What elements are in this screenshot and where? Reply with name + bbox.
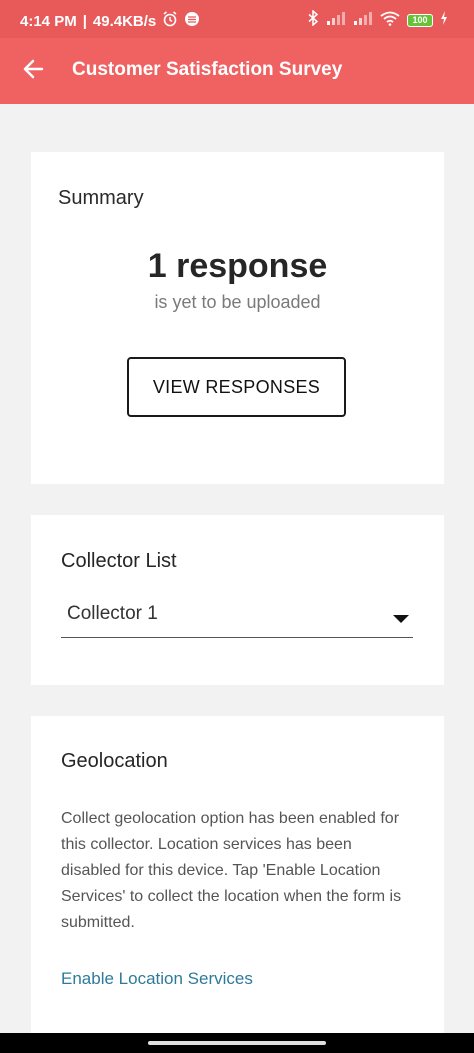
geolocation-description: Collect geolocation option has been enab…: [61, 810, 402, 931]
status-time: 4:14 PM: [20, 12, 77, 30]
bluetooth-icon: [307, 9, 319, 30]
signal-icon: [353, 11, 373, 29]
collector-card: Collector List Collector 1: [31, 515, 444, 685]
collector-dropdown[interactable]: Collector 1: [61, 597, 413, 638]
page-title: Customer Satisfaction Survey: [72, 59, 343, 80]
geolocation-title: Geolocation: [61, 750, 168, 772]
enable-location-services-link[interactable]: Enable Location Services: [61, 969, 253, 989]
app-bar: Customer Satisfaction Survey: [0, 38, 474, 104]
app-notification-icon: [184, 11, 200, 31]
app-screen: 4:14 PM | 49.4KB/s 100 Customer Satisfac…: [0, 0, 474, 1053]
home-indicator[interactable]: [148, 1041, 326, 1045]
view-responses-button[interactable]: VIEW RESPONSES: [127, 357, 346, 417]
arrow-left-icon: [22, 58, 44, 85]
back-button[interactable]: [18, 57, 48, 85]
wifi-icon: [380, 11, 400, 30]
alarm-icon: [162, 11, 178, 31]
signal-icon: [326, 11, 346, 29]
summary-card: Summary 1 response is yet to be uploaded…: [31, 152, 444, 484]
dropdown-arrow-icon: [393, 615, 409, 623]
charging-icon: [440, 11, 448, 29]
geolocation-card: Geolocation Collect geolocation option h…: [31, 716, 444, 1046]
status-left: 4:14 PM | 49.4KB/s: [20, 11, 200, 31]
summary-title: Summary: [58, 187, 144, 209]
response-subtext: is yet to be uploaded: [154, 292, 321, 312]
system-nav-bar: [0, 1033, 474, 1053]
collector-list-title: Collector List: [61, 550, 177, 572]
battery-icon: 100: [407, 13, 433, 27]
network-speed: 49.4KB/s: [92, 12, 157, 30]
collector-selected-value: Collector 1: [67, 603, 158, 624]
status-bar: 4:14 PM | 49.4KB/s 100: [0, 0, 474, 38]
status-separator: |: [82, 12, 87, 30]
status-right: 100: [307, 9, 448, 30]
response-count: 1 response: [147, 247, 328, 285]
